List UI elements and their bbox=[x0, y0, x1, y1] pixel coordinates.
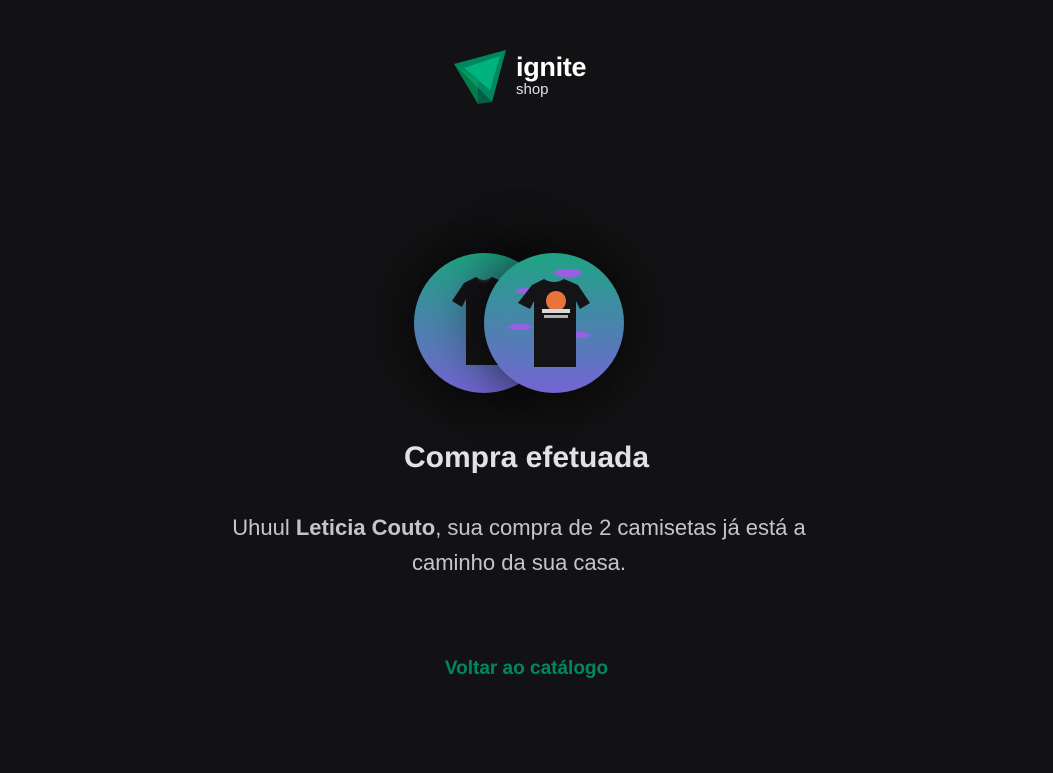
logo-title: ignite bbox=[516, 52, 587, 82]
logo-text: ignite shop bbox=[516, 52, 587, 98]
page-title: Compra efetuada bbox=[403, 441, 650, 474]
product-images bbox=[414, 253, 626, 395]
logo-subtitle: shop bbox=[516, 81, 549, 98]
message-body: , sua compra de 2 camisetas já está a ca… bbox=[411, 515, 806, 575]
product-image-2 bbox=[484, 253, 624, 393]
logo[interactable]: ignite shop bbox=[454, 50, 587, 104]
success-message: Uhuul Leticia Couto, sua compra de 2 cam… bbox=[226, 510, 812, 580]
success-page: ignite shop Compra efetuada Uhuul Letici… bbox=[0, 0, 1053, 773]
customer-name: Leticia Couto bbox=[295, 515, 436, 540]
t-shirt-icon bbox=[508, 269, 590, 367]
message-prefix: Uhuul bbox=[232, 515, 296, 540]
back-to-catalog-link[interactable]: Voltar ao catálogo bbox=[0, 658, 1053, 680]
logo-icon bbox=[454, 50, 506, 104]
